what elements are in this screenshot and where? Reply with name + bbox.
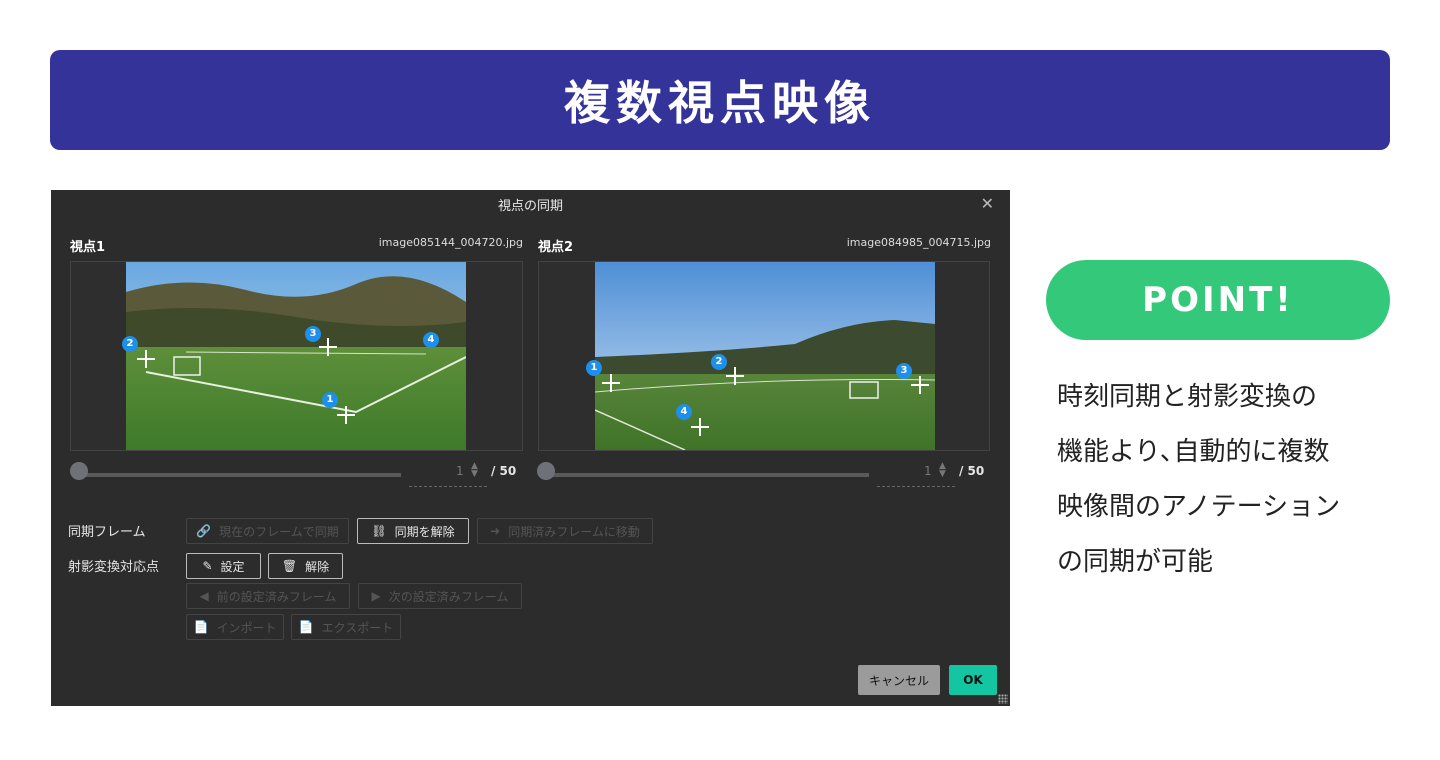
view1-frame-value[interactable]: 1 (456, 464, 464, 478)
view1-marker-2[interactable]: 2 (122, 336, 138, 352)
view1-slider-thumb[interactable] (70, 462, 88, 480)
view2-slider-thumb[interactable] (537, 462, 555, 480)
view1-panel[interactable]: 2 3 4 1 (70, 261, 523, 451)
trash-icon: 🗑 (281, 559, 298, 573)
view1-crosshair-2[interactable] (137, 350, 155, 368)
projection-clear-button[interactable]: 🗑 解除 (268, 553, 343, 579)
view1-image[interactable] (126, 262, 466, 450)
view2-crosshair-1[interactable] (602, 374, 620, 392)
file-export-icon: 📄 (298, 620, 314, 634)
unsync-button[interactable]: ⛓ 同期を解除 (357, 518, 469, 544)
import-button[interactable]: 📄 インポート (186, 614, 284, 640)
view2-crosshair-2[interactable] (726, 367, 744, 385)
view2-crosshair-4[interactable] (691, 418, 709, 436)
arrow-left-icon: ◀ (199, 589, 209, 603)
view2-frame-stepper-icon[interactable]: ▲ ▼ (939, 462, 946, 479)
view2-label: 視点2 (538, 240, 574, 255)
view2-marker-4[interactable]: 4 (676, 404, 692, 420)
view2-image[interactable] (595, 262, 935, 450)
resize-grip-icon[interactable] (998, 694, 1008, 704)
point-title: POINT! (1142, 280, 1294, 320)
view1-label: 視点1 (70, 240, 106, 255)
sync-dialog: 視点の同期 ✕ 視点1 image085144_004720.jpg 2 3 4… (51, 190, 1010, 706)
view2-marker-3[interactable]: 3 (896, 363, 912, 379)
point-badge: POINT! (1046, 260, 1390, 340)
link-icon: 🔗 (196, 524, 212, 538)
point-line-1: 時刻同期と射影変換の (1057, 382, 1318, 412)
view1-frame-stepper-icon[interactable]: ▲ ▼ (471, 462, 478, 479)
view1-marker-4[interactable]: 4 (423, 332, 439, 348)
view2-filename: image084985_004715.jpg (846, 236, 991, 249)
arrow-circle-icon: ➜ (490, 524, 501, 538)
view1-crosshair-1[interactable] (337, 406, 355, 424)
projection-set-button[interactable]: ✎ 設定 (186, 553, 261, 579)
point-line-3: 映像間のアノテーション (1057, 492, 1341, 522)
unlink-icon: ⛓ (371, 524, 387, 538)
export-button[interactable]: 📄 エクスポート (291, 614, 401, 640)
view2-frame-value[interactable]: 1 (924, 464, 932, 478)
dialog-title: 視点の同期 (497, 199, 563, 214)
pencil-icon: ✎ (202, 559, 213, 573)
point-description: 時刻同期と射影変換の 機能より､自動的に複数 映像間のアノテーション の同期が可… (1057, 370, 1387, 590)
point-line-4: の同期が可能 (1057, 547, 1214, 577)
view2-frame-underline (877, 486, 955, 487)
file-import-icon: 📄 (193, 620, 209, 634)
sync-frame-label: 同期フレーム (68, 525, 146, 540)
cancel-button[interactable]: キャンセル (858, 665, 940, 695)
view1-frame-underline (409, 486, 487, 487)
view1-frame-total: / 50 (491, 464, 517, 478)
view1-filename: image085144_004720.jpg (378, 236, 523, 249)
next-set-frame-button[interactable]: ▶ 次の設定済みフレーム (358, 583, 522, 609)
view2-frame-total: / 50 (959, 464, 985, 478)
banner-title: 複数視点映像 (564, 76, 876, 130)
close-icon[interactable]: ✕ (981, 194, 994, 213)
ok-button[interactable]: OK (949, 665, 997, 695)
prev-set-frame-button[interactable]: ◀ 前の設定済みフレーム (186, 583, 350, 609)
view2-marker-1[interactable]: 1 (586, 360, 602, 376)
point-line-2: 機能より､自動的に複数 (1057, 437, 1330, 467)
view2-crosshair-3[interactable] (911, 376, 929, 394)
view2-frame-slider[interactable] (547, 473, 869, 477)
projection-points-label: 射影変換対応点 (68, 560, 160, 575)
sync-current-frame-button[interactable]: 🔗 現在のフレームで同期 (186, 518, 349, 544)
view1-marker-1[interactable]: 1 (322, 392, 338, 408)
view1-crosshair-3[interactable] (319, 338, 337, 356)
view2-panel[interactable]: 1 2 3 4 (538, 261, 990, 451)
view1-frame-slider[interactable] (79, 473, 401, 477)
view2-marker-2[interactable]: 2 (711, 354, 727, 370)
arrow-right-icon: ▶ (371, 589, 381, 603)
goto-synced-frame-button[interactable]: ➜ 同期済みフレームに移動 (477, 518, 653, 544)
header-banner: 複数視点映像 (50, 50, 1390, 150)
